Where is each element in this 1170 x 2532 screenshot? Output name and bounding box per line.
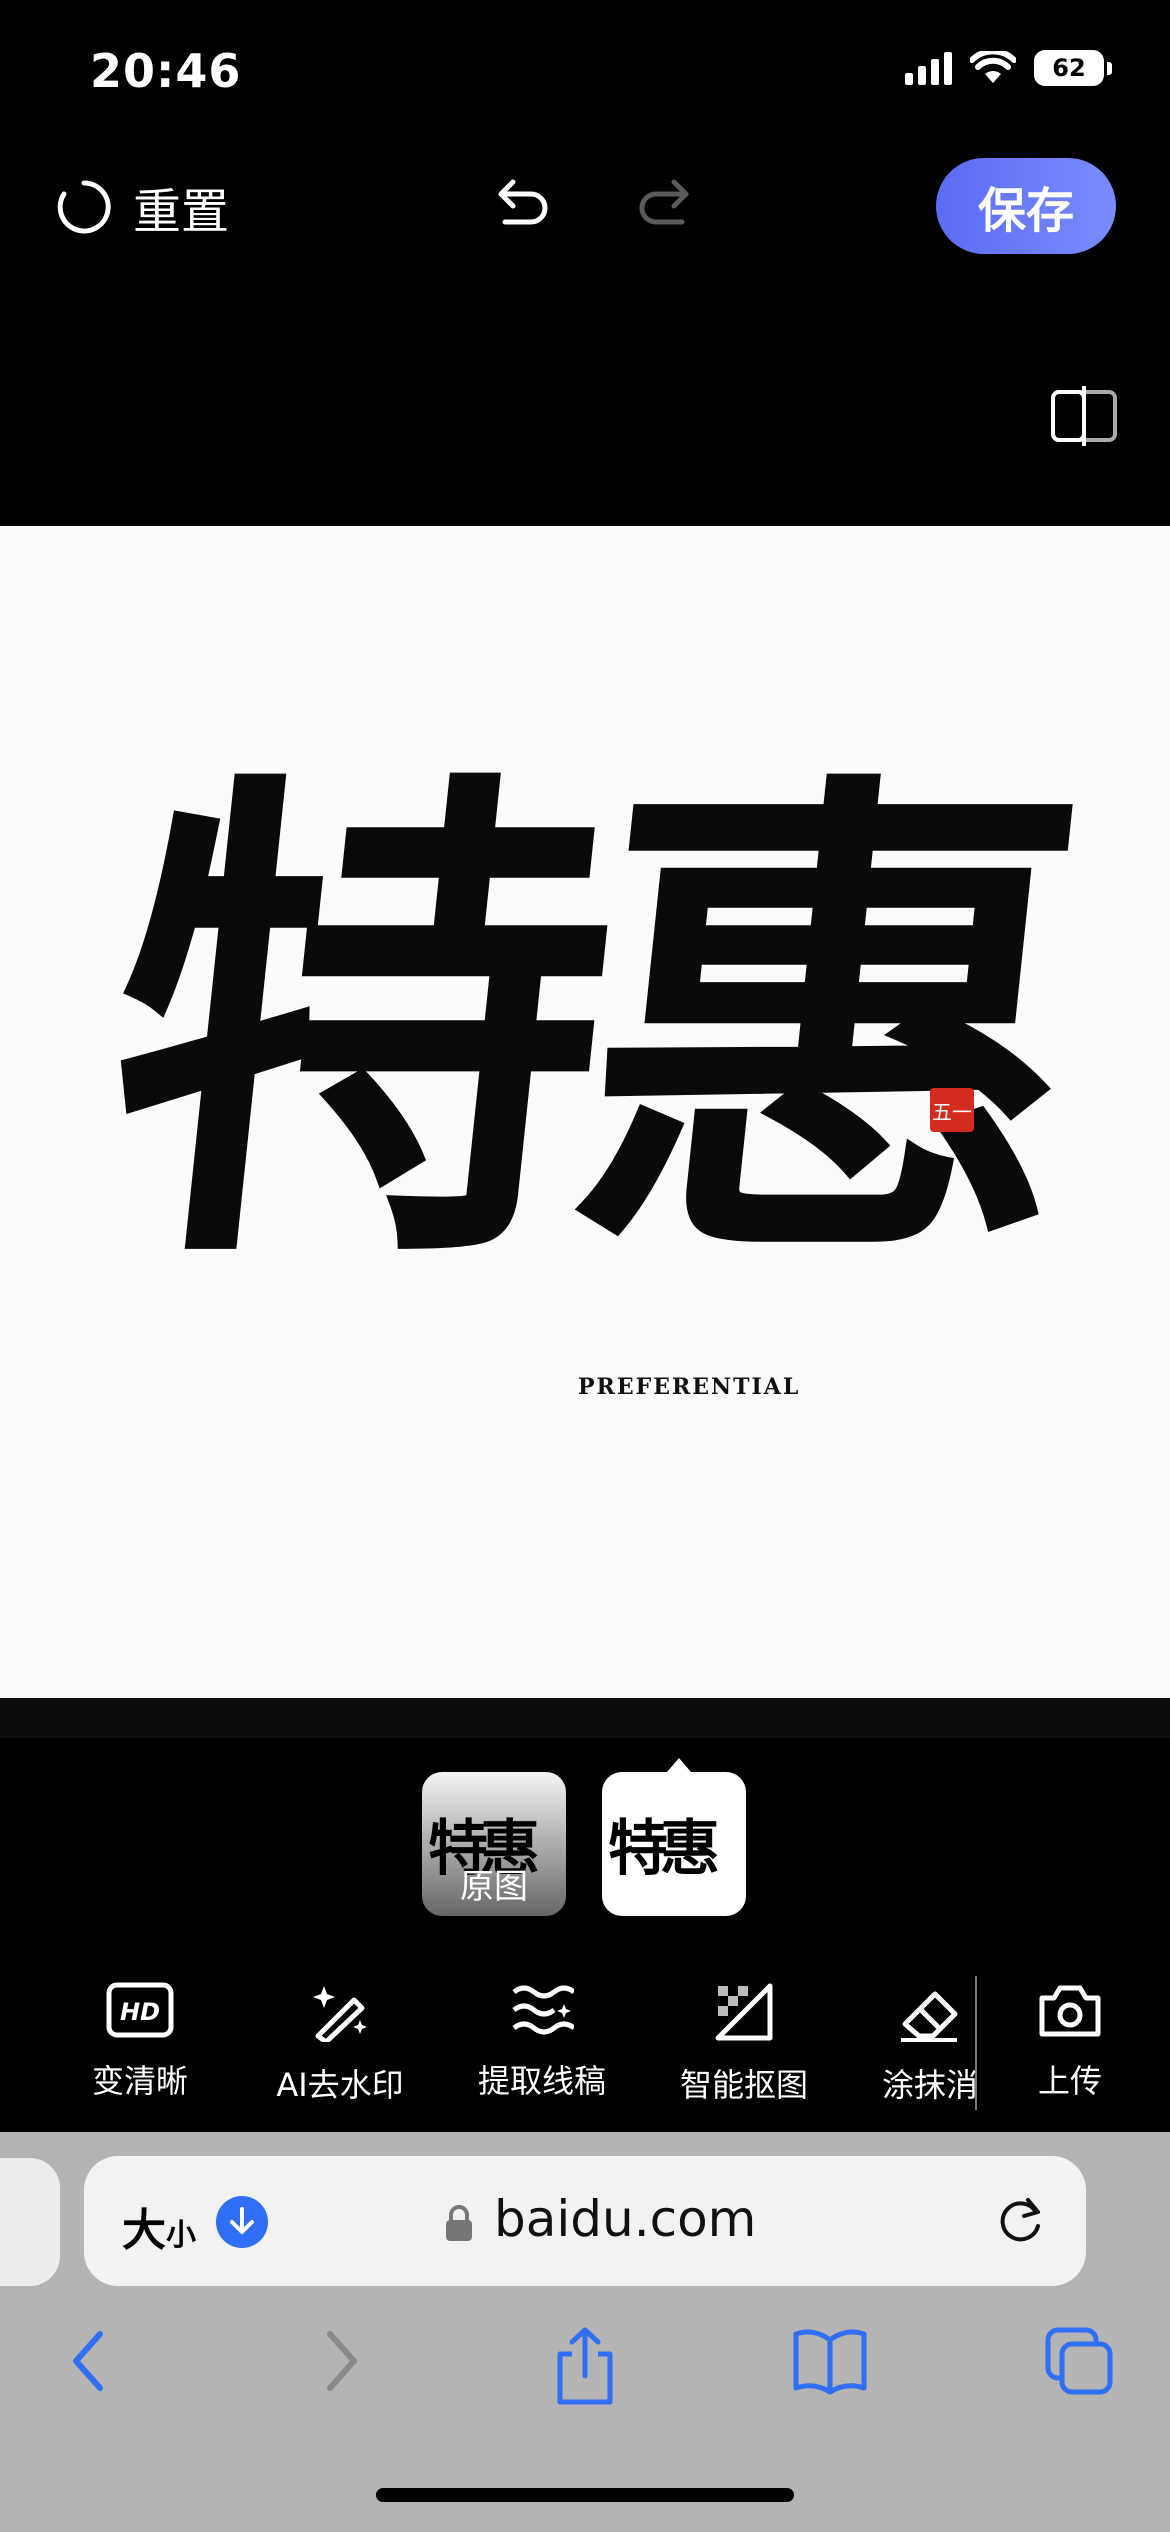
home-indicator	[376, 2488, 794, 2502]
tool-label: 涂抹消	[881, 2066, 978, 2104]
share-icon[interactable]	[552, 2326, 618, 2406]
hd-icon: HD	[106, 1982, 174, 2038]
magic-wand-icon	[313, 1986, 367, 2042]
status-indicators: 62	[905, 50, 1112, 86]
thumbnail-current[interactable]: 特惠	[602, 1772, 746, 1916]
selected-pointer	[667, 1758, 691, 1772]
battery-icon: 62	[1034, 50, 1112, 86]
redo-icon[interactable]	[632, 176, 692, 236]
tool-label: 智能抠图	[679, 2066, 808, 2104]
tool-label: 提取线稿	[477, 2062, 606, 2100]
tool-label: AI去水印	[276, 2066, 404, 2104]
previous-tab-preview[interactable]	[0, 2158, 60, 2286]
canvas-divider	[0, 1698, 1170, 1738]
cutout-icon	[715, 1983, 773, 2041]
svg-text:HD: HD	[120, 1998, 160, 2026]
status-time: 20:46	[90, 44, 242, 98]
calligraphy-subtitle: PREFERENTIAL	[578, 1374, 801, 1400]
back-icon[interactable]	[64, 2326, 114, 2396]
lock-icon	[446, 2205, 472, 2241]
tool-line-extract[interactable]: 提取线稿	[452, 1982, 632, 2102]
tool-label: 上传	[1037, 2062, 1102, 2100]
save-button[interactable]: 保存	[936, 158, 1116, 254]
red-seal: 五一	[930, 1088, 974, 1132]
tool-label: 变清晰	[91, 2062, 188, 2100]
line-extract-icon	[512, 1985, 574, 2035]
tool-upload[interactable]: 上传	[980, 1982, 1160, 2102]
battery-level: 62	[1034, 50, 1104, 86]
tool-enhance[interactable]: HD 变清晰	[50, 1982, 230, 2102]
tabs-icon[interactable]	[1044, 2326, 1114, 2396]
text-size-small-label: 小	[166, 2218, 196, 2253]
compare-icon[interactable]	[1050, 386, 1118, 446]
address-bar[interactable]: 大小 baidu.com	[84, 2156, 1086, 2286]
image-canvas[interactable]: 特惠 五一 PREFERENTIAL	[0, 526, 1170, 1698]
calligraphy-image: 特惠 五一 PREFERENTIAL	[0, 526, 1170, 1698]
tool-bar: HD 变清晰 AI去水印 提取线稿 智能抠图 涂抹消 上传	[0, 1952, 1170, 2132]
download-icon[interactable]	[216, 2196, 268, 2248]
cellular-signal-icon	[905, 51, 952, 85]
thumbnail-original-label: 原图	[460, 1867, 528, 1907]
tool-ai-watermark[interactable]: AI去水印	[250, 1982, 430, 2106]
thumbnail-glyphs: 特惠	[608, 1814, 720, 1884]
undo-icon[interactable]	[495, 176, 555, 236]
calligraphy-glyphs: 特惠	[79, 732, 1081, 1319]
text-size-button[interactable]: 大小	[122, 2194, 196, 2258]
browser-nav-bar	[0, 2316, 1170, 2416]
forward-icon[interactable]	[316, 2326, 366, 2396]
url-text[interactable]: baidu.com	[494, 2190, 756, 2248]
tool-cutout[interactable]: 智能抠图	[654, 1982, 834, 2106]
reset-icon	[57, 180, 111, 234]
wifi-icon	[970, 51, 1016, 83]
tool-divider	[975, 1976, 977, 2110]
reset-label: 重置	[133, 184, 230, 240]
reload-icon[interactable]	[992, 2194, 1048, 2250]
text-size-label: 大	[122, 2205, 166, 2256]
thumbnail-original[interactable]: 特惠 原图	[422, 1772, 566, 1916]
camera-icon	[1039, 1985, 1101, 2037]
reset-button[interactable]: 重置	[55, 172, 229, 242]
bookmarks-icon[interactable]	[792, 2326, 868, 2396]
eraser-icon	[901, 1991, 958, 2042]
